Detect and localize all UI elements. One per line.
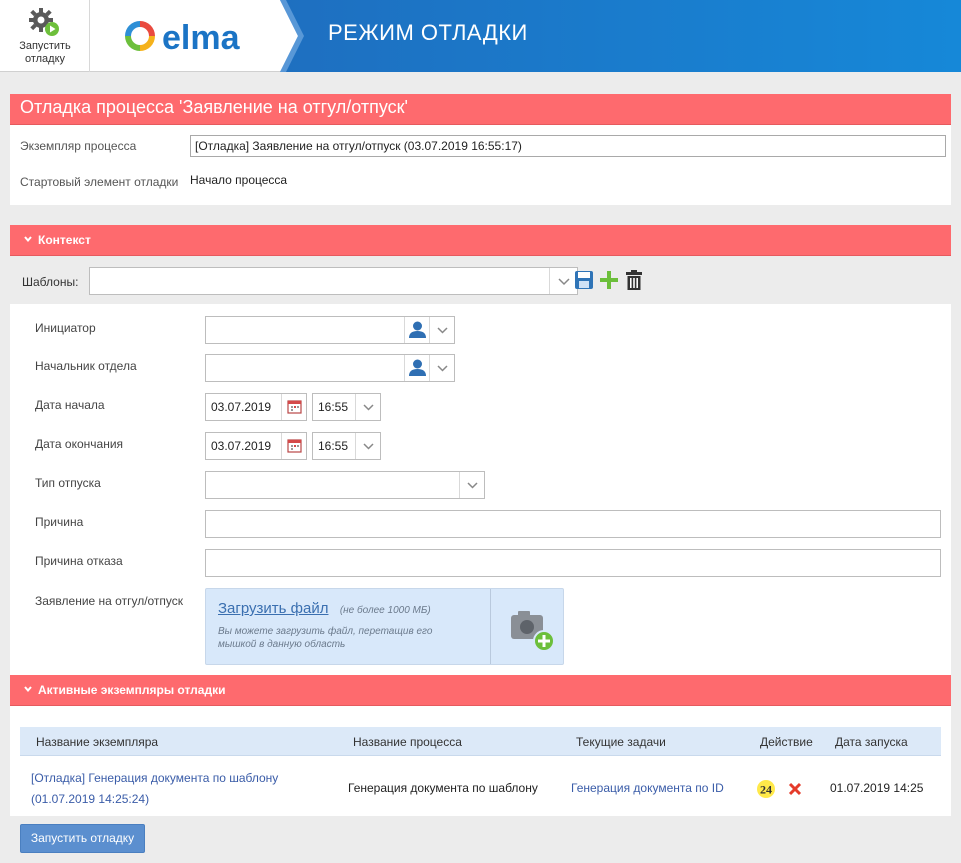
dept-head-label: Начальник отдела	[35, 359, 137, 373]
initiator-select[interactable]	[205, 316, 455, 344]
column-header[interactable]: Текущие задачи	[576, 735, 666, 749]
start-time-dropdown-button[interactable]	[355, 394, 380, 420]
upload-hint: Вы можете загрузить файл, перетащив его …	[218, 626, 433, 650]
chevron-down-icon	[437, 327, 448, 334]
chevron-down-icon	[363, 404, 374, 411]
instance-timer-icon[interactable]: 24	[755, 778, 777, 800]
column-header[interactable]: Дата запуска	[835, 735, 908, 749]
start-date-input[interactable]: 03.07.2019	[205, 393, 307, 421]
start-debug-button[interactable]: Запустить отладку	[20, 824, 145, 853]
delete-instance-icon[interactable]	[787, 781, 803, 797]
start-debug-label: Запустить отладку	[19, 40, 71, 65]
active-instances-table: Название экземпляра Название процесса Те…	[10, 706, 951, 816]
initiator-label: Инициатор	[35, 321, 96, 335]
start-time-input[interactable]: 16:55	[312, 393, 381, 421]
chevron-down-icon	[467, 482, 478, 489]
page-title: РЕЖИМ ОТЛАДКИ	[328, 20, 528, 45]
current-task-link[interactable]: Генерация документа по ID	[571, 781, 724, 795]
start-element-value: Начало процесса	[190, 173, 288, 187]
chevron-down-icon	[437, 365, 448, 372]
start-date-calendar-button[interactable]	[281, 394, 306, 420]
end-time-input[interactable]: 16:55	[312, 432, 381, 460]
start-date-label: Дата начала	[35, 398, 105, 412]
camera-add-icon[interactable]	[508, 607, 558, 653]
chevron-down-icon	[363, 443, 374, 450]
file-upload-area[interactable]: Загрузить файл (не более 1000 МБ) Вы мож…	[205, 588, 564, 665]
dept-head-select[interactable]	[205, 354, 455, 382]
reason-input[interactable]	[205, 510, 941, 538]
end-date-calendar-button[interactable]	[281, 433, 306, 459]
start-datetime: 01.07.2019 14:25	[830, 781, 924, 795]
templates-select[interactable]	[89, 267, 578, 295]
table-header: Название экземпляра Название процесса Те…	[20, 727, 941, 756]
upload-file-link[interactable]: Загрузить файл	[218, 600, 328, 617]
add-template-icon[interactable]	[598, 269, 620, 291]
user-icon	[409, 321, 426, 338]
leave-type-select[interactable]	[205, 471, 485, 499]
leave-type-dropdown-button[interactable]	[459, 472, 484, 498]
column-header[interactable]: Название процесса	[353, 735, 462, 749]
calendar-icon	[287, 400, 302, 414]
process-info-panel: Экземпляр процесса [Отладка] Заявление н…	[10, 125, 951, 205]
start-element-label: Стартовый элемент отладки	[20, 175, 179, 189]
upload-separator	[490, 589, 491, 664]
reject-reason-label: Причина отказа	[35, 554, 123, 568]
top-bar: Запустить отладку elma РЕЖИМ ОТЛАДКИ	[0, 0, 961, 72]
svg-text:24: 24	[760, 783, 772, 797]
reject-reason-input[interactable]	[205, 549, 941, 577]
leave-type-label: Тип отпуска	[35, 476, 101, 490]
end-date-label: Дата окончания	[35, 437, 124, 451]
instance-label: Экземпляр процесса	[20, 139, 137, 153]
process-name: Генерация документа по шаблону	[348, 781, 538, 795]
chevron-down-icon	[24, 236, 32, 243]
dept-head-dropdown-button[interactable]	[429, 355, 454, 381]
templates-row: Шаблоны:	[10, 262, 951, 304]
reason-label: Причина	[35, 515, 84, 529]
elma-logo: elma	[125, 19, 241, 57]
application-label: Заявление на отгул/отпуск	[35, 594, 184, 608]
delete-template-icon[interactable]	[624, 269, 644, 291]
active-instances-section-header[interactable]: Активные экземпляры отладки	[10, 675, 951, 706]
svg-text:elma: elma	[162, 19, 241, 57]
upload-limit: (не более 1000 МБ)	[339, 605, 431, 616]
initiator-dropdown-button[interactable]	[429, 317, 454, 343]
process-title: Отладка процесса 'Заявление на отгул/отп…	[10, 94, 951, 125]
column-header[interactable]: Действие	[760, 735, 813, 749]
gear-play-icon	[29, 8, 59, 36]
dept-head-user-button[interactable]	[404, 355, 429, 381]
initiator-user-button[interactable]	[404, 317, 429, 343]
templates-label: Шаблоны:	[22, 275, 79, 289]
instance-name-link[interactable]: [Отладка] Генерация документа по шаблону…	[31, 768, 278, 810]
save-template-icon[interactable]	[573, 269, 595, 291]
chevron-down-icon	[24, 686, 32, 693]
end-date-input[interactable]: 03.07.2019	[205, 432, 307, 460]
instance-field[interactable]: [Отладка] Заявление на отгул/отпуск (03.…	[190, 135, 946, 157]
context-section-header[interactable]: Контекст	[10, 225, 951, 256]
start-debug-toolbar-button[interactable]: Запустить отладку	[0, 0, 90, 72]
calendar-icon	[287, 439, 302, 453]
column-header[interactable]: Название экземпляра	[36, 735, 158, 749]
end-time-dropdown-button[interactable]	[355, 433, 380, 459]
user-icon	[409, 359, 426, 376]
